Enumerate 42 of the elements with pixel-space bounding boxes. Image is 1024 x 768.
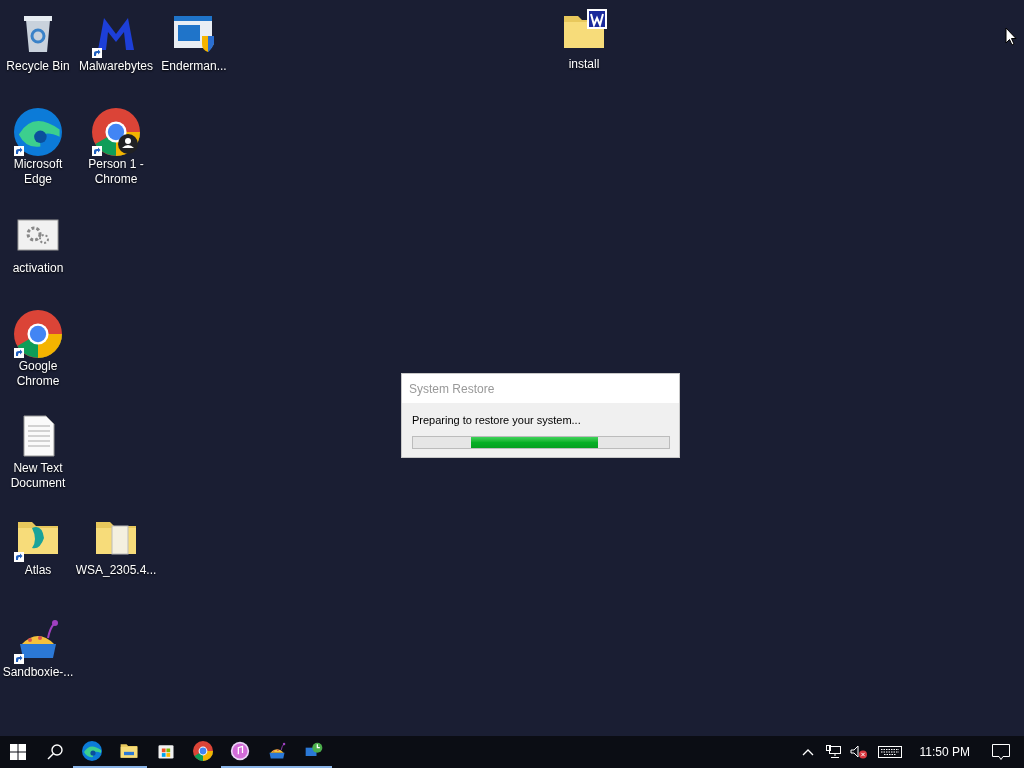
icon-label: Person 1 - Chrome: [87, 157, 145, 187]
status-message: Preparing to restore your system...: [412, 413, 582, 428]
icon-label: Recycle Bin: [6, 59, 70, 74]
icon-label: activation: [12, 261, 64, 276]
desktop-icon[interactable]: Google Chrome: [0, 310, 77, 389]
app-icon: [14, 108, 62, 156]
desktop-icon[interactable]: activation: [0, 212, 77, 276]
desktop-icon[interactable]: New Text Document: [0, 412, 77, 491]
desktop-icon[interactable]: Microsoft Edge: [0, 108, 77, 187]
desktop-icon[interactable]: Malwarebytes: [77, 10, 155, 74]
clock[interactable]: 11:50 PM: [919, 743, 970, 761]
keyboard-icon[interactable]: [877, 746, 902, 758]
icon-label: Atlas: [24, 563, 52, 578]
icon-label: Sandboxie-...: [2, 665, 74, 680]
desktop-icon[interactable]: install: [545, 8, 623, 72]
desktop-icon[interactable]: WSA_2305.4...: [77, 514, 155, 578]
desktop-icon[interactable]: Atlas: [0, 514, 77, 578]
desktop-icon[interactable]: Recycle Bin: [0, 10, 77, 74]
windows-icon: [10, 744, 26, 760]
app-icon: [118, 741, 139, 761]
window-title: System Restore: [409, 380, 495, 398]
icon-label: New Text Document: [9, 461, 67, 491]
chrome-icon: [92, 108, 140, 156]
desktop-icon[interactable]: Person 1 - Chrome: [77, 108, 155, 187]
muted-speaker-icon[interactable]: [849, 745, 868, 759]
network-icon[interactable]: [825, 745, 842, 759]
chevron-up-icon[interactable]: [801, 748, 814, 756]
icon-label: WSA_2305.4...: [75, 563, 157, 578]
icon-label: Google Chrome: [15, 359, 61, 389]
chrome-icon: [14, 310, 62, 358]
desktop-icon[interactable]: Sandboxie-...: [0, 616, 77, 680]
mouse-cursor-icon: [1005, 27, 1017, 46]
icon-label: Malwarebytes: [79, 59, 153, 74]
app-icon: [192, 741, 213, 761]
icon-label: Microsoft Edge: [12, 157, 64, 187]
icon-label: install: [568, 57, 600, 72]
icon-label: Enderman...: [161, 59, 227, 74]
app-icon: [81, 741, 102, 761]
search-icon: [46, 744, 63, 760]
message-icon: [992, 743, 1010, 761]
desktop-icon[interactable]: Enderman...: [155, 10, 233, 74]
app-icon: [229, 741, 250, 761]
